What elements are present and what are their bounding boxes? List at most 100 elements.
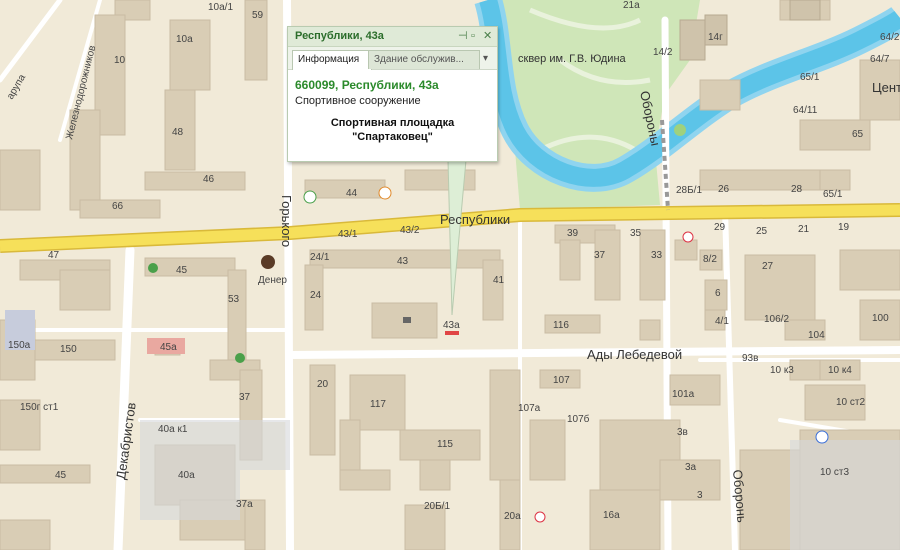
building-number-label: 101а [672, 389, 695, 400]
building-number-label: 66 [112, 201, 124, 212]
building-number-label: 41 [493, 275, 505, 286]
building-number-label: 28 [791, 184, 803, 195]
building-number-label: 64/11 [793, 105, 818, 116]
building-number-label: 150г ст1 [20, 402, 59, 413]
street-respubliki: Республики [440, 212, 510, 227]
dener-icon [261, 255, 275, 269]
sport-icon [303, 190, 317, 204]
popup-header: Республики, 43а ⊣ ▫ ✕ [288, 27, 497, 47]
building-number-label: 117 [370, 399, 386, 410]
building-number-label: 44 [346, 188, 358, 199]
building-number-label: 10 ст3 [820, 467, 849, 478]
building-number-label: 43/1 [338, 229, 358, 240]
building-number-label: 21 [798, 224, 810, 235]
building-number-label: 48 [172, 127, 184, 138]
building-number-label: 64/7 [870, 54, 890, 65]
building-number-label: 107б [567, 413, 590, 425]
building-number-label: 35 [630, 228, 642, 239]
building-number-label: 26 [718, 184, 730, 195]
building-number-label: 10 к3 [770, 365, 794, 376]
building-number-label: 10а [176, 34, 193, 45]
building-number-label: 104 [808, 330, 825, 341]
building-number-label: 65/1 [800, 72, 820, 83]
building-number-label: 20а [504, 511, 521, 522]
building-number-label: 10а/1 [208, 2, 233, 13]
popup-title: Республики, 43а [295, 30, 384, 42]
street-gorkogo: Горького [279, 195, 294, 247]
building-number-label: 3а [685, 462, 697, 473]
building-number-label: 47 [48, 250, 60, 261]
popup-place-name-line1: Спортивная площадка [330, 117, 455, 129]
park-icon [674, 124, 686, 136]
street-ady-lebedevoy: Ады Лебедевой [587, 347, 682, 362]
building-number-label: 4/1 [715, 316, 729, 327]
house-icon [403, 317, 411, 323]
gray-area-2 [790, 440, 900, 550]
building-number-label: 40а [178, 470, 195, 481]
chevron-down-icon[interactable]: ▾ [478, 50, 496, 68]
building-number-label: 27 [762, 261, 774, 272]
building-number-label: 65 [852, 129, 864, 140]
building-number-label: 33 [651, 250, 663, 261]
building-number-label: 115 [437, 439, 453, 450]
building-number-label: 10 ст2 [836, 397, 865, 408]
building-number-label: 20 [317, 379, 329, 390]
building-number-label: 24/1 [310, 252, 330, 263]
building-number-label: 3 [697, 490, 703, 501]
hospital-icon-2 [534, 511, 546, 523]
building-number-label: 3в [677, 427, 688, 438]
popup-category: Спортивное сооружение [295, 95, 421, 107]
building-number-label: 107а [518, 403, 541, 414]
tab-information[interactable]: Информация [292, 50, 372, 70]
minimize-icon[interactable]: ▫ [471, 27, 475, 46]
building-number-label: 16а [603, 510, 620, 521]
building-number-label: 29 [714, 222, 726, 233]
building-number-label: 45 [55, 470, 67, 481]
target-marker [445, 331, 459, 335]
hospital-icon [682, 231, 694, 243]
building-number-label: 6 [715, 288, 721, 299]
building-number-label: 8/2 [703, 254, 717, 265]
building-number-label: 64/2 [880, 32, 900, 43]
building-number-label: 43/2 [400, 225, 420, 236]
building-number-label: 116 [553, 320, 569, 331]
building-number-label: 53 [228, 294, 240, 305]
building-number-label: 10 [114, 55, 126, 66]
building-number-label: 14г [708, 32, 723, 43]
metro-icon [815, 430, 829, 444]
dener-label: Денер [258, 275, 287, 286]
building-number-label: 24 [310, 290, 322, 301]
shop-icon-2 [235, 353, 245, 363]
close-icon[interactable]: ✕ [483, 27, 492, 46]
building-number-label: 37 [594, 250, 606, 261]
building-number-label: 14/2 [653, 47, 673, 58]
pin-icon[interactable]: ⊣ [458, 27, 468, 46]
popup-address: 660099, Республики, 43а [295, 78, 439, 92]
building-number-label: 19 [838, 222, 850, 233]
building-number-label: 21а [623, 0, 640, 11]
popup-tabs: Информация Здание обслужив... ▾ [288, 47, 497, 70]
building-number-label: 10 к4 [828, 365, 852, 376]
building-number-label: 150 [60, 344, 77, 355]
building-number-label: 43 [397, 256, 409, 267]
tab-building-service[interactable]: Здание обслужив... [368, 50, 480, 69]
center-label: Цент [872, 80, 900, 95]
popup-place-name: Спортивная площадка "Спартаковец" [288, 116, 497, 144]
popup-place-name-line2: "Спартаковец" [352, 131, 433, 143]
building-number-label: 46 [203, 174, 215, 185]
building-number-label: 59 [252, 10, 264, 21]
building-number-label: 37а [236, 499, 253, 510]
building-number-label: 65/1 [823, 189, 843, 200]
park-label: сквер им. Г.В. Юдина [518, 53, 627, 65]
building-number-label: 43а [443, 320, 460, 331]
building-number-label: 37 [239, 392, 251, 403]
building-number-label: 45 [176, 265, 188, 276]
building-number-label: 40а к1 [158, 424, 188, 435]
shop-icon [148, 263, 158, 273]
info-popup[interactable]: Республики, 43а ⊣ ▫ ✕ Информация Здание … [287, 26, 498, 162]
building-number-label: 100 [872, 313, 889, 324]
building-number-label: 45а [160, 342, 177, 353]
building-number-label: 106/2 [764, 314, 789, 325]
cafe-icon [378, 186, 392, 200]
building-number-label: 39 [567, 228, 579, 239]
